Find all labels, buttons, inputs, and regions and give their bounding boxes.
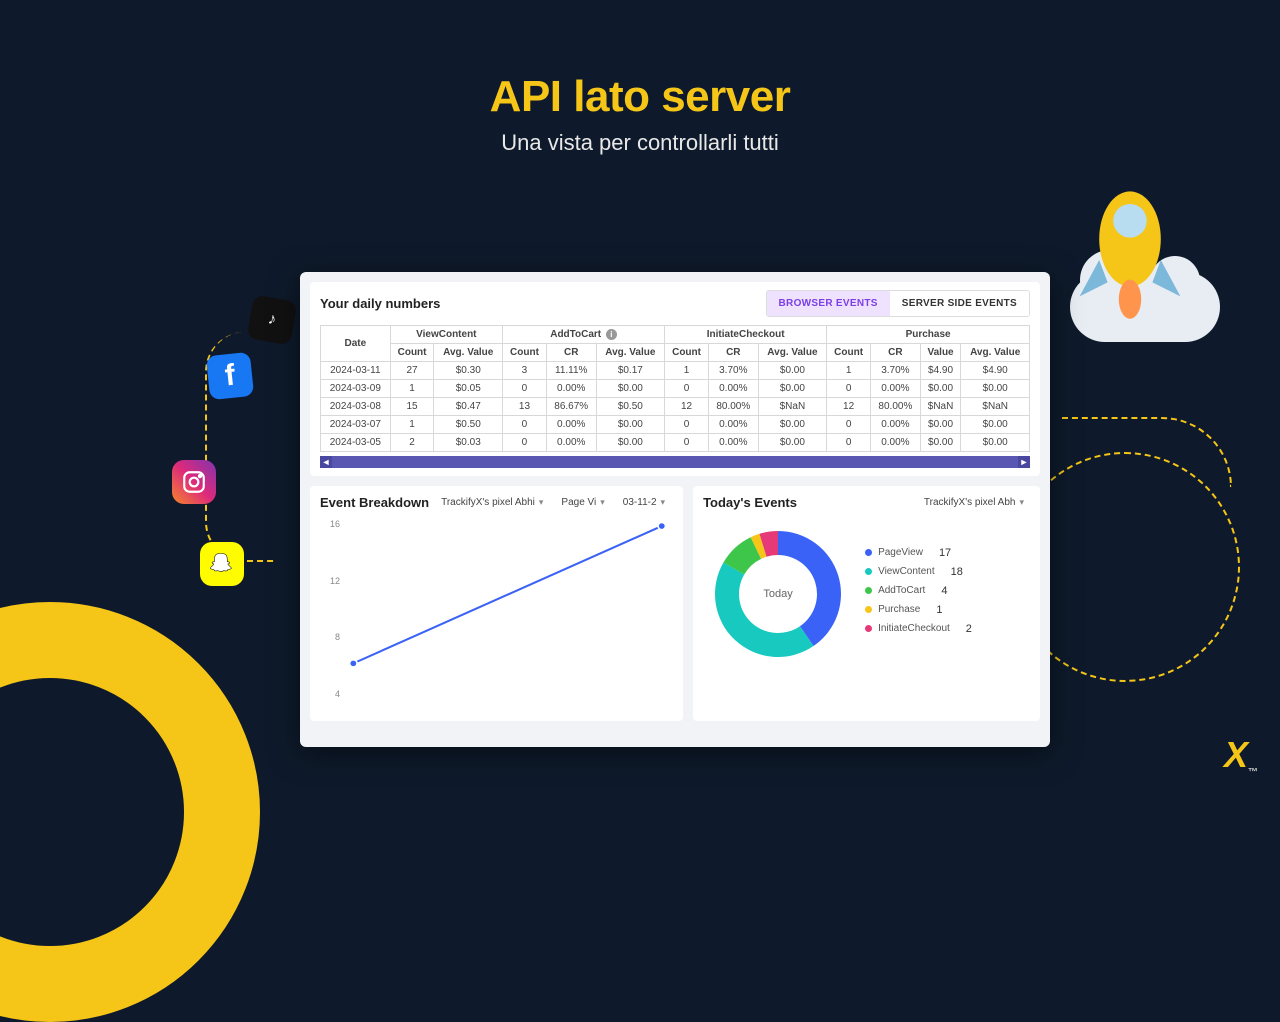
group-addtocart: AddToCart i <box>503 326 665 344</box>
donut-legend: PageView 17 ViewContent 18 AddToCart 4 Purchas… <box>865 547 982 642</box>
instagram-icon <box>172 460 216 504</box>
group-viewcontent: ViewContent <box>390 326 502 344</box>
legend-item: Purchase 1 <box>865 604 982 616</box>
legend-value: 18 <box>951 566 967 578</box>
snapchat-icon <box>200 542 244 586</box>
chevron-down-icon: ▾ <box>1019 497 1024 508</box>
donut-chart: Today <box>703 519 853 669</box>
legend-label: Purchase <box>878 604 920 615</box>
legend-value: 17 <box>939 547 955 559</box>
legend-dot-icon <box>865 606 872 613</box>
table-row: 2024-03-0815$0.471386.67%$0.501280.00%$N… <box>321 398 1030 416</box>
date-select[interactable]: 03-11-2 ▾ <box>617 494 671 511</box>
metrics-table: Date ViewContent AddToCart i InitiateChe… <box>320 325 1030 452</box>
facebook-icon: f <box>206 352 254 400</box>
chevron-down-icon: ▾ <box>661 497 666 508</box>
legend-dot-icon <box>865 568 872 575</box>
today-pixel-select[interactable]: TrackifyX's pixel Abh ▾ <box>918 494 1030 511</box>
hero-title: API lato server <box>0 72 1280 122</box>
legend-dot-icon <box>865 625 872 632</box>
line-chart: 161284 <box>320 519 673 699</box>
event-breakdown-card: Event Breakdown TrackifyX's pixel Abhi ▾… <box>310 486 683 721</box>
tab-browser-events[interactable]: BROWSER EVENTS <box>767 291 890 316</box>
brand-logo: X™ <box>1224 734 1258 778</box>
pixel-select[interactable]: TrackifyX's pixel Abhi ▾ <box>435 494 549 511</box>
tab-server-events[interactable]: SERVER SIDE EVENTS <box>890 291 1029 316</box>
scroll-right-icon[interactable]: ► <box>1018 456 1030 468</box>
info-icon[interactable]: i <box>606 329 617 340</box>
table-row: 2024-03-071$0.5000.00%$0.0000.00%$0.0000… <box>321 416 1030 434</box>
todays-events-card: Today's Events TrackifyX's pixel Abh ▾ T… <box>693 486 1040 721</box>
daily-numbers-card: Your daily numbers BROWSER EVENTS SERVER… <box>310 282 1040 476</box>
today-title: Today's Events <box>703 495 797 510</box>
horizontal-scrollbar[interactable]: ◄ ► <box>320 456 1030 468</box>
decorative-circle <box>0 602 260 1022</box>
daily-title: Your daily numbers <box>320 296 440 311</box>
legend-label: AddToCart <box>878 585 925 596</box>
legend-label: ViewContent <box>878 566 935 577</box>
group-purchase: Purchase <box>827 326 1030 344</box>
dashboard-panel: Your daily numbers BROWSER EVENTS SERVER… <box>300 272 1050 747</box>
legend-label: InitiateCheckout <box>878 623 950 634</box>
legend-value: 1 <box>936 604 952 616</box>
legend-label: PageView <box>878 547 923 558</box>
legend-item: InitiateCheckout 2 <box>865 623 982 635</box>
chevron-down-icon: ▾ <box>600 497 605 508</box>
legend-item: AddToCart 4 <box>865 585 982 597</box>
table-row: 2024-03-091$0.0500.00%$0.0000.00%$0.0000… <box>321 380 1030 398</box>
hero-subtitle: Una vista per controllarli tutti <box>0 130 1280 156</box>
table-row: 2024-03-1127$0.30311.11%$0.1713.70%$0.00… <box>321 362 1030 380</box>
dashed-connector-right <box>1062 417 1232 487</box>
donut-center-label: Today <box>763 588 792 600</box>
legend-value: 2 <box>966 623 982 635</box>
legend-value: 4 <box>941 585 957 597</box>
legend-item: ViewContent 18 <box>865 566 982 578</box>
legend-dot-icon <box>865 549 872 556</box>
col-date: Date <box>321 326 391 362</box>
chevron-down-icon: ▾ <box>539 497 544 508</box>
group-initiatecheckout: InitiateCheckout <box>665 326 827 344</box>
legend-item: PageView 17 <box>865 547 982 559</box>
event-type-select[interactable]: Page Vi ▾ <box>555 494 610 511</box>
tiktok-icon: ♪ <box>247 295 298 346</box>
rocket-illustration <box>1060 162 1200 332</box>
breakdown-title: Event Breakdown <box>320 495 429 510</box>
scroll-left-icon[interactable]: ◄ <box>320 456 332 468</box>
table-row: 2024-03-052$0.0300.00%$0.0000.00%$0.0000… <box>321 434 1030 452</box>
event-source-tabs: BROWSER EVENTS SERVER SIDE EVENTS <box>766 290 1030 317</box>
legend-dot-icon <box>865 587 872 594</box>
